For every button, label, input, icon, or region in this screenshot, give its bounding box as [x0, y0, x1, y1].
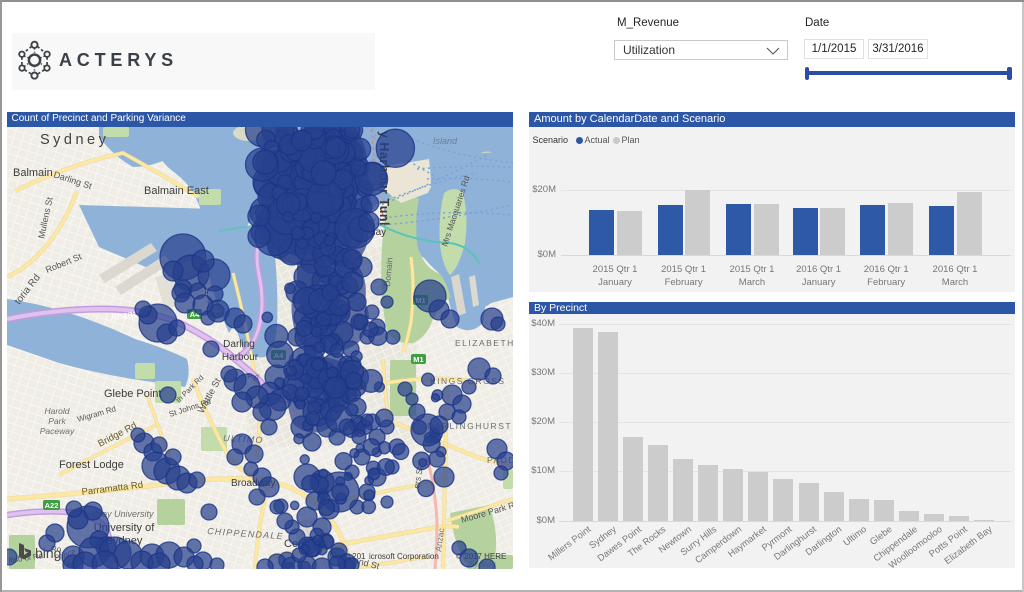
svg-text:Darling: Darling: [223, 339, 255, 350]
svg-text:M1: M1: [413, 354, 423, 363]
svg-text:Balmain East: Balmain East: [144, 185, 209, 197]
svg-text:A22: A22: [44, 500, 58, 509]
svg-text:Harold: Harold: [44, 406, 69, 416]
svg-text:Forest Lodge: Forest Lodge: [59, 459, 124, 471]
svg-text:Park: Park: [48, 416, 66, 426]
svg-text:Glebe Point: Glebe Point: [104, 388, 161, 400]
svg-text:Harbour: Harbour: [221, 352, 258, 363]
svg-text:Balmain: Balmain: [13, 167, 53, 179]
svg-text:Island: Island: [432, 136, 457, 146]
svg-text:Paceway: Paceway: [39, 426, 74, 436]
svg-text:ELIZABETH BAY: ELIZABETH BAY: [455, 338, 513, 348]
svg-text:Sydney: Sydney: [40, 132, 109, 148]
svg-text:icrosoft Corporation: icrosoft Corporation: [369, 552, 439, 561]
